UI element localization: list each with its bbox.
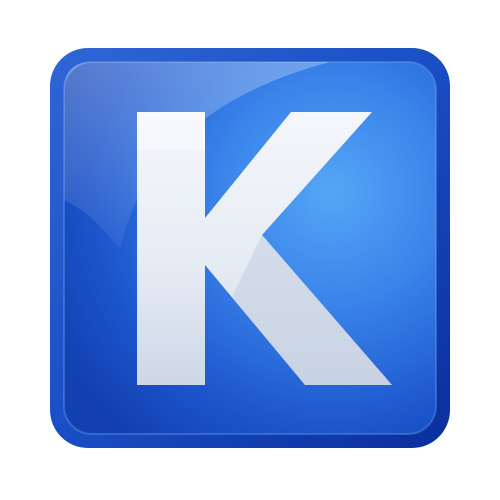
k-app-icon: [50, 48, 450, 448]
letter-k-sheen: [137, 112, 205, 150]
canvas: [0, 0, 500, 500]
